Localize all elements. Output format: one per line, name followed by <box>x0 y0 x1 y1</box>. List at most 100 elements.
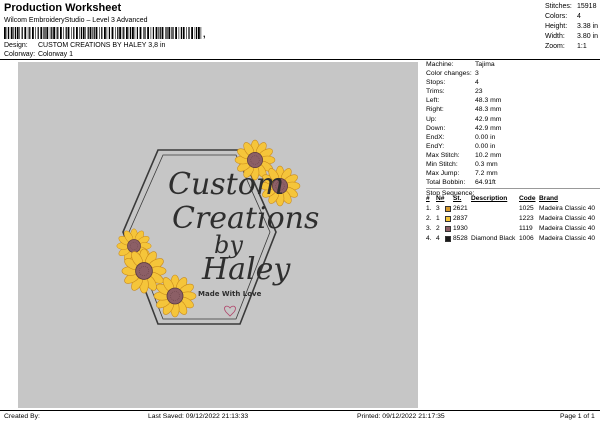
cell-n: 2 <box>436 225 440 232</box>
heart-icon <box>224 305 236 317</box>
table-row: 2. 1 2837 1223 Madeira Classic 40 <box>426 214 600 224</box>
color-swatch <box>445 206 451 212</box>
prop-value: 10.2 mm <box>475 151 502 159</box>
cell-n: 3 <box>436 205 440 212</box>
page-number: Page 1 of 1 <box>560 413 595 420</box>
col-brand: Brand <box>539 195 559 202</box>
stat-value: 3.80 in <box>577 33 599 40</box>
prop-label: Down: <box>426 124 446 132</box>
stat-stitches: Stitches: 15918 <box>545 2 598 12</box>
stat-label: Height: <box>545 23 568 30</box>
stat-height: Height: 3.38 in <box>545 22 598 32</box>
prop-label: EndX: <box>426 133 445 141</box>
prop-row: Left: 48.3 mm <box>426 96 600 105</box>
cell-code: 1025 <box>519 205 534 212</box>
cell-description <box>471 214 519 224</box>
stat-value: 3.38 in <box>577 23 599 30</box>
design-line-2: Creations <box>172 201 319 236</box>
cell-description <box>471 204 519 214</box>
cell-stop: 1. <box>426 205 432 212</box>
stat-value: 1:1 <box>577 43 587 50</box>
stop-sequence-header: # N# St. Description Code Brand <box>426 195 600 202</box>
footer-divider <box>0 410 600 411</box>
prop-value: 0.00 in <box>475 133 496 141</box>
prop-row: EndX: 0.00 in <box>426 133 600 142</box>
design-preview: Custom Creations by Haley Made With Love <box>18 62 418 408</box>
cell-n: 1 <box>436 215 440 222</box>
cell-code: 1119 <box>519 225 533 232</box>
prop-row: Up: 42.9 mm <box>426 115 600 124</box>
prop-value: 7.2 mm <box>475 170 498 178</box>
col-stitches: St. <box>453 195 462 202</box>
cell-brand: Madeira Classic 40 <box>539 205 596 212</box>
prop-row: Total Bobbin: 64.91ft <box>426 178 600 187</box>
col-code: Code <box>519 195 536 202</box>
table-row: 4. 4 8528 Diamond Black 1006 Madeira Cla… <box>426 234 600 244</box>
cell-description <box>471 224 519 234</box>
prop-value: 42.9 mm <box>475 115 502 123</box>
design-row: Design: CUSTOM CREATIONS BY HALEY 3,8 in <box>4 42 165 49</box>
design-line-4: Haley <box>201 252 291 287</box>
table-row: 1. 3 2621 1025 Madeira Classic 40 <box>426 204 600 214</box>
design-label: Design: <box>4 42 28 49</box>
cell-stitches: 2837 <box>453 215 468 222</box>
prop-row: Machine: Tajima <box>426 60 600 69</box>
stat-label: Width: <box>545 33 565 40</box>
software-name: Wilcom EmbroideryStudio – Level 3 Advanc… <box>4 17 148 24</box>
stat-width: Width: 3.80 in <box>545 32 598 42</box>
stat-label: Colors: <box>545 13 568 20</box>
cell-code: 1223 <box>519 215 534 222</box>
stat-label: Stitches: <box>545 3 572 10</box>
prop-value: 64.91ft <box>475 179 496 187</box>
prop-value: 48.3 mm <box>475 97 502 105</box>
stat-zoom: Zoom: 1:1 <box>545 42 598 52</box>
cell-stitches: 2621 <box>453 205 468 212</box>
colorway-row: Colorway: Colorway 1 <box>4 51 73 58</box>
cell-n: 4 <box>436 235 440 242</box>
col-n: N# <box>436 195 445 202</box>
prop-row: Trims: 23 <box>426 87 600 96</box>
design-artwork: Custom Creations by Haley Made With Love <box>116 139 319 325</box>
color-swatch <box>445 236 451 242</box>
last-saved: Last Saved: 09/12/2022 21:13:33 <box>148 413 249 420</box>
prop-label: Total Bobbin: <box>426 179 466 187</box>
prop-value: 3 <box>475 70 479 78</box>
prop-value: 23 <box>475 88 483 96</box>
cell-stitches: 8528 <box>453 235 468 242</box>
properties-panel: Machine: Tajima Color changes: 3 Stops: 4 T… <box>426 60 600 197</box>
prop-row: Stops: 4 <box>426 78 600 87</box>
prop-row: Max Stitch: 10.2 mm <box>426 151 600 160</box>
prop-value: 4 <box>475 79 479 87</box>
prop-label: Max Jump: <box>426 170 460 178</box>
prop-row: Color changes: 3 <box>426 69 600 78</box>
cell-code: 1006 <box>519 235 534 242</box>
cell-brand: Madeira Classic 40 <box>539 215 596 222</box>
cell-brand: Madeira Classic 40 <box>539 225 596 232</box>
colorway-label: Colorway: <box>4 51 36 58</box>
cell-stitches: 1930 <box>453 225 468 232</box>
cell-stop: 3. <box>426 225 432 232</box>
prop-row: Min Stitch: 0.3 mm <box>426 160 600 169</box>
prop-row: Max Jump: 7.2 mm <box>426 169 600 178</box>
stat-value: 4 <box>577 13 581 20</box>
prop-label: Max Stitch: <box>426 151 460 159</box>
sunflower-cluster-bottom <box>116 228 197 318</box>
color-swatch <box>445 216 451 222</box>
prop-label: Machine: <box>426 61 454 68</box>
cell-stop: 2. <box>426 215 432 222</box>
prop-label: Right: <box>426 106 444 114</box>
prop-label: Trims: <box>426 88 445 96</box>
cell-brand: Madeira Classic 40 <box>539 235 596 242</box>
prop-label: Left: <box>426 97 440 105</box>
design-tagline: Made With Love <box>198 290 262 298</box>
cell-stop: 4. <box>426 235 432 242</box>
col-description: Description <box>471 195 508 202</box>
prop-label: Color changes: <box>426 70 472 78</box>
prop-value: 42.9 mm <box>475 124 502 132</box>
stat-colors: Colors: 4 <box>545 12 598 22</box>
prop-label: Up: <box>426 115 437 123</box>
stats-panel: Stitches: 15918 Colors: 4 Height: 3.38 in W… <box>545 2 598 52</box>
prop-value: 0.00 in <box>475 142 496 150</box>
table-row: 3. 2 1930 1119 Madeira Classic 40 <box>426 224 600 234</box>
barcode <box>4 27 202 39</box>
